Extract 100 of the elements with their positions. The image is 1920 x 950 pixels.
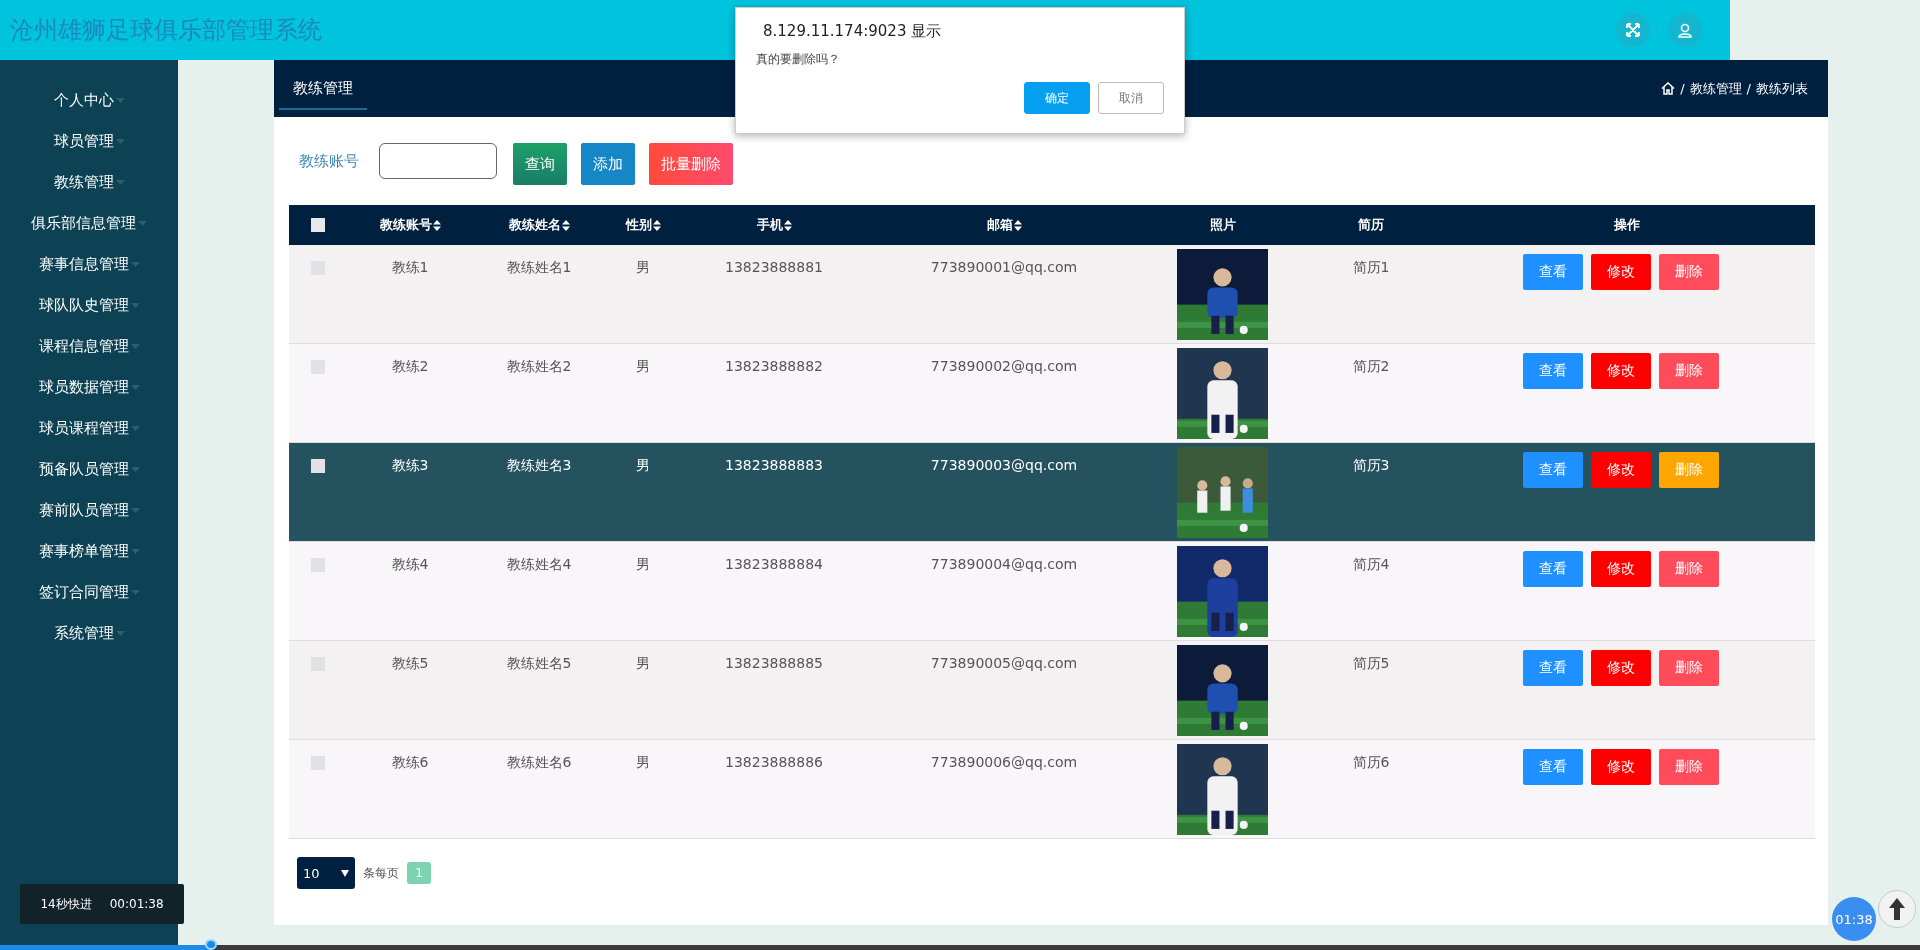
progress-handle[interactable] xyxy=(205,939,218,950)
table-cell: 男 xyxy=(636,457,650,475)
table-cell: 教练姓名5 xyxy=(506,655,572,673)
breadcrumb-separator: / xyxy=(1680,81,1685,96)
caret-icon xyxy=(138,221,147,226)
table-cell: 教练3 xyxy=(391,457,429,475)
table-cell: 教练姓名1 xyxy=(506,259,572,277)
table-cell: 773890004@qq.com xyxy=(930,556,1078,572)
home-icon[interactable] xyxy=(1661,82,1676,95)
edit-button[interactable]: 修改 xyxy=(1590,551,1651,587)
sidebar-item[interactable]: 预备队员管理 xyxy=(38,449,140,490)
column-header[interactable]: 邮箱 xyxy=(986,216,1013,234)
table-cell: 教练4 xyxy=(391,556,429,574)
breadcrumb-item[interactable]: 教练列表 xyxy=(1756,79,1808,98)
sort-icon[interactable] xyxy=(432,219,441,231)
sort-icon[interactable] xyxy=(652,219,661,231)
time-badge: 01:38 xyxy=(1832,897,1876,941)
caret-icon xyxy=(115,180,125,185)
table-cell: 13823888883 xyxy=(725,457,823,473)
sidebar-item[interactable]: 球队队史管理 xyxy=(38,285,140,326)
table-cell: 773890003@qq.com xyxy=(930,457,1078,473)
table-cell: 13823888882 xyxy=(725,358,823,374)
sidebar-item[interactable]: 俱乐部信息管理 xyxy=(31,203,147,244)
caret-icon xyxy=(115,631,125,636)
sidebar-item[interactable]: 赛前队员管理 xyxy=(38,490,140,531)
select-all-checkbox[interactable] xyxy=(311,218,325,232)
caret-icon xyxy=(130,590,140,595)
table-row[interactable]: 教练1 教练姓名1 男 13823888881 773890001@qq.com 简历1 查看 修改 删除 xyxy=(289,245,1815,344)
table-cell: 教练6 xyxy=(391,754,429,772)
page-size-select[interactable]: 10 xyxy=(297,857,355,889)
sidebar-item[interactable]: 教练管理 xyxy=(53,162,125,203)
caret-icon xyxy=(341,869,349,877)
edit-button[interactable]: 修改 xyxy=(1590,749,1651,785)
search-button[interactable]: 查询 xyxy=(513,143,567,185)
edit-button[interactable]: 修改 xyxy=(1590,353,1651,389)
column-header: 简历 xyxy=(1358,216,1384,234)
user-icon[interactable] xyxy=(1668,13,1702,47)
sidebar-item[interactable]: 赛事榜单管理 xyxy=(38,531,140,572)
caret-icon xyxy=(130,426,140,431)
column-header[interactable]: 性别 xyxy=(625,216,652,234)
row-checkbox[interactable] xyxy=(311,459,325,473)
table-cell: 男 xyxy=(636,655,650,673)
edit-button[interactable]: 修改 xyxy=(1590,452,1651,488)
table-cell: 教练5 xyxy=(391,655,429,673)
table-row[interactable]: 教练2 教练姓名2 男 13823888882 773890002@qq.com 简历2 查看 修改 删除 xyxy=(289,344,1815,443)
table-cell: 773890002@qq.com xyxy=(930,358,1078,374)
fullscreen-icon[interactable] xyxy=(1616,13,1650,47)
table-row[interactable]: 教练6 教练姓名6 男 13823888886 773890006@qq.com 简历6 查看 修改 删除 xyxy=(289,740,1815,839)
breadcrumb-item[interactable]: 教练管理 xyxy=(1689,79,1742,98)
table-cell: 男 xyxy=(636,358,650,376)
sidebar-item[interactable]: 球员数据管理 xyxy=(38,367,140,408)
edit-button[interactable]: 修改 xyxy=(1590,650,1651,686)
table-row[interactable]: 教练5 教练姓名5 男 13823888885 773890005@qq.com 简历5 查看 修改 删除 xyxy=(289,641,1815,740)
search-field[interactable] xyxy=(379,143,497,179)
sort-icon[interactable] xyxy=(783,219,792,231)
table-cell: 13823888885 xyxy=(725,655,823,671)
table-cell: 773890005@qq.com xyxy=(930,655,1078,671)
sidebar-item[interactable]: 签订合同管理 xyxy=(38,572,140,613)
caret-icon xyxy=(130,549,140,554)
table-cell: 简历3 xyxy=(1352,457,1390,475)
caret-icon xyxy=(115,139,125,144)
column-header[interactable]: 教练姓名 xyxy=(508,216,561,234)
add-button[interactable]: 添加 xyxy=(581,143,635,185)
sort-icon[interactable] xyxy=(1013,219,1022,231)
table-cell: 教练姓名2 xyxy=(506,358,572,376)
table-row[interactable]: 教练4 教练姓名4 男 13823888884 773890004@qq.com 简历4 查看 修改 删除 xyxy=(289,542,1815,641)
playback-time: 00:01:38 xyxy=(109,897,164,911)
arrow-up-icon xyxy=(1889,898,1905,920)
caret-icon xyxy=(115,98,125,103)
per-page-label: 条每页 xyxy=(363,864,399,882)
sidebar-item[interactable]: 系统管理 xyxy=(53,613,125,654)
sidebar-item[interactable]: 球员管理 xyxy=(53,121,125,162)
skip-label: 14秒快进 xyxy=(40,895,92,913)
table-cell: 男 xyxy=(636,556,650,574)
sidebar-item[interactable]: 个人中心 xyxy=(53,80,125,121)
caret-icon xyxy=(130,467,140,472)
edit-button[interactable]: 修改 xyxy=(1590,254,1651,290)
table-cell: 13823888881 xyxy=(725,259,823,275)
table-cell: 773890006@qq.com xyxy=(930,754,1078,770)
caret-icon xyxy=(130,508,140,513)
table-cell: 简历4 xyxy=(1352,556,1390,574)
table-row[interactable]: 教练3 教练姓名3 男 13823888883 773890003@qq.com 简历3 查看 修改 删除 xyxy=(289,443,1815,542)
table-cell: 教练姓名6 xyxy=(506,754,572,772)
column-header[interactable]: 手机 xyxy=(756,216,783,234)
cancel-button[interactable]: 取消 xyxy=(1098,82,1164,114)
sort-icon[interactable] xyxy=(561,219,570,231)
table-cell: 教练2 xyxy=(391,358,429,376)
sidebar-item[interactable]: 球员课程管理 xyxy=(38,408,140,449)
panel-tab[interactable]: 教练管理 xyxy=(279,67,367,110)
back-to-top-button[interactable] xyxy=(1878,890,1916,928)
column-header[interactable]: 教练账号 xyxy=(379,216,432,234)
table-cell: 简历6 xyxy=(1352,754,1390,772)
table-cell: 简历1 xyxy=(1352,259,1390,277)
table-cell: 教练姓名4 xyxy=(506,556,572,574)
table-cell: 简历5 xyxy=(1352,655,1390,673)
table-cell: 773890001@qq.com xyxy=(930,259,1078,275)
column-header: 照片 xyxy=(1209,216,1236,234)
sidebar-item[interactable]: 赛事信息管理 xyxy=(38,244,140,285)
search-label: 教练账号 xyxy=(299,151,359,171)
sidebar-item[interactable]: 课程信息管理 xyxy=(38,326,140,367)
